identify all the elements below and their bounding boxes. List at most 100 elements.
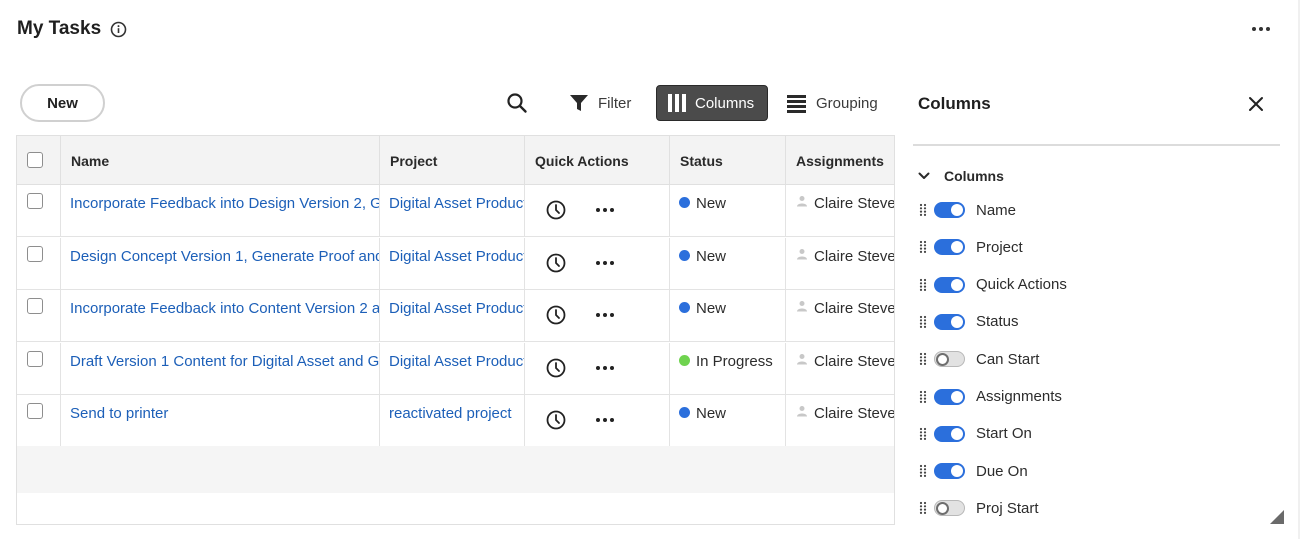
table-empty-area — [17, 446, 894, 493]
status-label: New — [696, 247, 727, 265]
clock-icon[interactable] — [545, 252, 567, 274]
columns-button[interactable]: Columns — [656, 85, 768, 121]
more-horizontal-icon[interactable] — [595, 311, 615, 319]
task-name-link[interactable]: Incorporate Feedback into Design Version… — [70, 195, 379, 212]
header-select-cell — [17, 136, 61, 185]
more-horizontal-icon[interactable] — [595, 259, 615, 267]
column-toggle-switch[interactable] — [934, 239, 965, 256]
row-name-cell: Design Concept Version 1, Generate Proof… — [61, 237, 380, 290]
drag-handle-icon[interactable] — [918, 427, 928, 441]
row-checkbox[interactable] — [27, 350, 43, 367]
user-icon — [797, 196, 807, 207]
drag-handle-icon[interactable] — [918, 464, 928, 478]
row-checkbox[interactable] — [27, 298, 43, 314]
project-link[interactable]: Digital Asset Production — [389, 353, 524, 370]
column-toggle-label: Quick Actions — [976, 276, 1067, 294]
task-name-link[interactable]: Design Concept Version 1, Generate Proof… — [70, 248, 379, 265]
header-assignments[interactable]: Assignments — [786, 136, 894, 185]
assignee-name[interactable]: Claire Stevens — [814, 300, 894, 317]
toggle-knob — [936, 353, 949, 367]
header-quick-actions[interactable]: Quick Actions — [525, 136, 670, 185]
row-quick-actions-cell — [525, 237, 670, 290]
filter-label: Filter — [598, 94, 632, 112]
row-assignments-cell: Claire Stevens — [786, 185, 894, 237]
column-toggle-switch[interactable] — [934, 351, 965, 368]
resize-handle-icon[interactable] — [1270, 510, 1284, 524]
row-checkbox[interactable] — [27, 193, 43, 209]
column-toggle-switch[interactable] — [934, 425, 965, 442]
filter-button[interactable]: Filter — [569, 89, 631, 117]
column-toggle-item[interactable]: Status — [918, 310, 1019, 334]
more-horizontal-icon[interactable] — [595, 364, 615, 372]
column-toggle-item[interactable]: Start On — [918, 422, 1032, 446]
new-button[interactable]: New — [20, 84, 105, 122]
clock-icon[interactable] — [545, 304, 567, 326]
row-assignments-cell: Claire Stevens — [786, 290, 894, 342]
search-icon[interactable] — [506, 92, 528, 114]
table-row[interactable]: Draft Version 1 Content for Digital Asse… — [17, 342, 894, 395]
drag-handle-icon[interactable] — [918, 278, 928, 292]
project-link[interactable]: Digital Asset Production — [389, 195, 524, 212]
row-assignments-cell: Claire Stevens — [786, 395, 894, 447]
assignee-name[interactable]: Claire Stevens — [814, 248, 894, 265]
columns-label: Columns — [695, 94, 755, 112]
task-name-link[interactable]: Send to printer — [70, 405, 168, 422]
table-row[interactable]: Incorporate Feedback into Design Version… — [17, 185, 894, 237]
column-toggle-item[interactable]: Name — [918, 198, 1016, 222]
project-link[interactable]: Digital Asset Production — [389, 300, 524, 317]
row-name-cell: Send to printer — [61, 395, 380, 447]
row-select-cell — [17, 342, 61, 395]
row-select-cell — [17, 237, 61, 290]
more-horizontal-icon[interactable] — [595, 416, 615, 424]
column-toggle-switch[interactable] — [934, 500, 965, 517]
status-dot — [679, 302, 690, 313]
column-toggle-switch[interactable] — [934, 313, 965, 330]
drag-handle-icon[interactable] — [918, 352, 928, 366]
project-link[interactable]: reactivated project — [389, 405, 512, 422]
column-toggle-switch[interactable] — [934, 202, 965, 218]
close-icon[interactable] — [1247, 95, 1265, 113]
column-toggle-switch[interactable] — [934, 276, 965, 293]
assignee-name[interactable]: Claire Stevens — [814, 195, 894, 212]
table-row[interactable]: Design Concept Version 1, Generate Proof… — [17, 237, 894, 290]
grouping-button[interactable]: Grouping — [787, 89, 878, 117]
header-status[interactable]: Status — [670, 136, 786, 185]
assignee-name[interactable]: Claire Stevens — [814, 353, 894, 370]
table-row[interactable]: Incorporate Feedback into Content Versio… — [17, 290, 894, 342]
status-dot — [679, 249, 690, 261]
row-checkbox[interactable] — [27, 403, 43, 419]
more-horizontal-icon[interactable] — [1250, 20, 1272, 38]
column-toggle-item[interactable]: Proj Start — [918, 496, 1039, 520]
drag-handle-icon[interactable] — [918, 501, 928, 515]
column-toggle-switch[interactable] — [934, 463, 965, 480]
select-all-checkbox[interactable] — [27, 152, 43, 168]
clock-icon[interactable] — [545, 357, 567, 379]
columns-section-toggle[interactable]: Columns — [918, 166, 1004, 186]
drag-handle-icon[interactable] — [918, 315, 928, 329]
drag-handle-icon[interactable] — [918, 203, 928, 217]
row-checkbox[interactable] — [27, 245, 43, 262]
more-horizontal-icon[interactable] — [595, 206, 615, 214]
row-select-cell — [17, 185, 61, 237]
row-select-cell — [17, 290, 61, 342]
clock-icon[interactable] — [545, 199, 567, 221]
column-toggle-switch[interactable] — [934, 388, 965, 405]
project-link[interactable]: Digital Asset Production — [389, 248, 524, 265]
column-toggle-item[interactable]: Quick Actions — [918, 273, 1067, 297]
assignee-name[interactable]: Claire Stevens — [814, 405, 894, 422]
column-toggle-item[interactable]: Can Start — [918, 347, 1039, 371]
header-project[interactable]: Project — [380, 136, 525, 185]
column-toggle-item[interactable]: Project — [918, 235, 1023, 259]
table-row[interactable]: Send to printer reactivated project New … — [17, 395, 894, 447]
clock-icon[interactable] — [545, 409, 567, 431]
column-toggle-item[interactable]: Due On — [918, 459, 1028, 483]
drag-handle-icon[interactable] — [918, 240, 928, 254]
column-toggle-item[interactable]: Assignments — [918, 385, 1062, 409]
task-name-link[interactable]: Draft Version 1 Content for Digital Asse… — [70, 353, 379, 370]
task-name-link[interactable]: Incorporate Feedback into Content Versio… — [70, 300, 379, 317]
header-name[interactable]: Name — [61, 136, 380, 185]
drag-handle-icon[interactable] — [918, 390, 928, 404]
info-icon[interactable] — [110, 21, 127, 38]
row-assignments-cell: Claire Stevens — [786, 343, 894, 395]
row-project-cell: reactivated project — [380, 395, 525, 447]
